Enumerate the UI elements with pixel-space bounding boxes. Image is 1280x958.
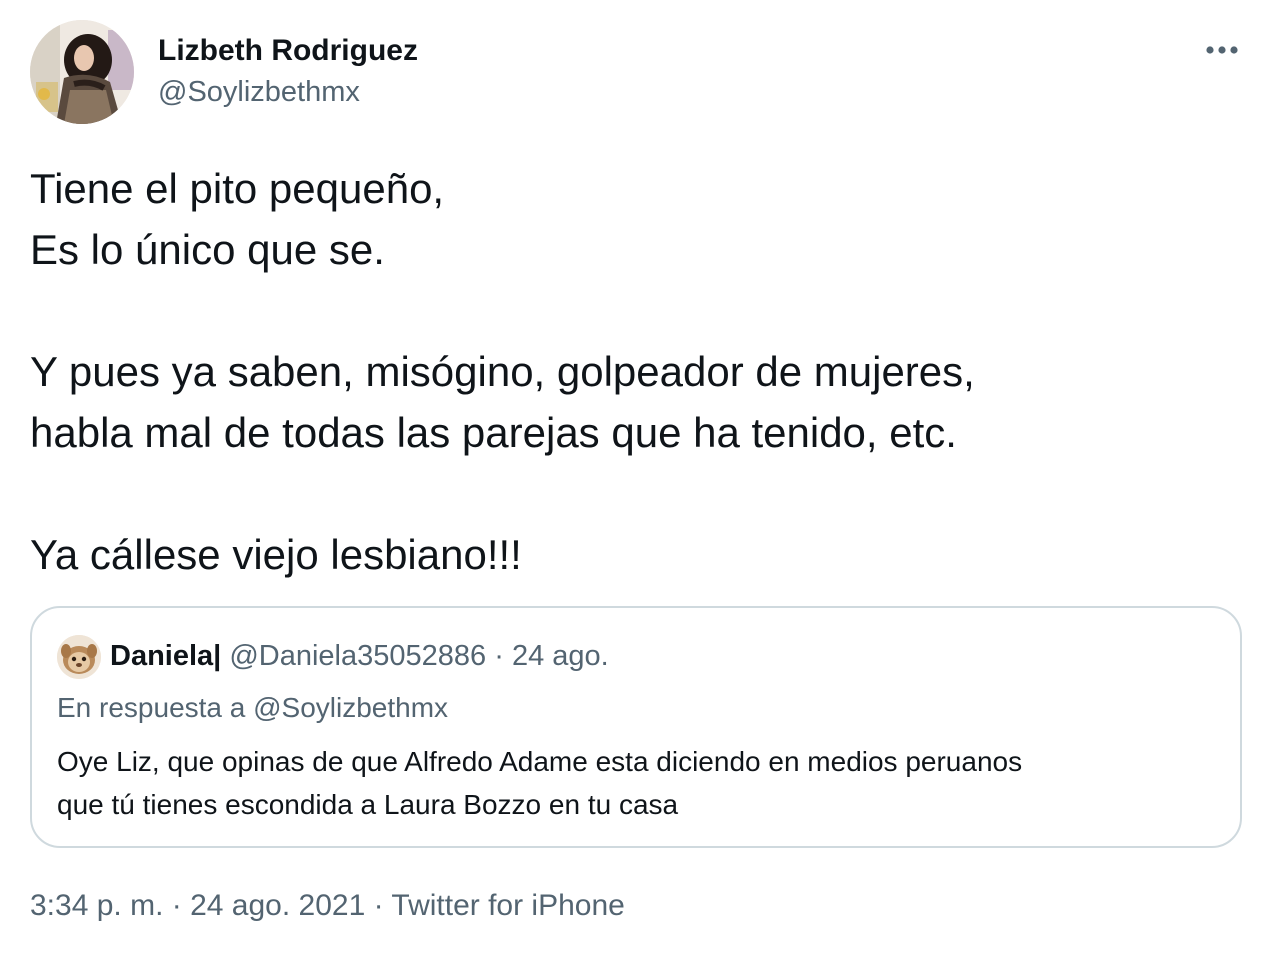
quoted-header: Daniela| @Daniela35052886 · 24 ago. bbox=[110, 636, 609, 676]
separator: · bbox=[494, 640, 504, 672]
tweet-date[interactable]: 24 ago. 2021 bbox=[190, 889, 365, 922]
quoted-line: que tú tienes escondida a Laura Bozzo en… bbox=[57, 789, 679, 820]
more-horizontal-icon bbox=[1206, 46, 1238, 54]
tweet-line: Tiene el pito pequeño, bbox=[30, 165, 445, 212]
separator: · bbox=[373, 889, 384, 922]
more-button[interactable] bbox=[1200, 28, 1244, 72]
tweet-time[interactable]: 3:34 p. m. bbox=[30, 889, 163, 922]
quoted-line: Oye Liz, que opinas de que Alfredo Adame… bbox=[57, 746, 1023, 777]
quoted-author-name[interactable]: Daniela| bbox=[110, 640, 221, 672]
tweet-source[interactable]: Twitter for iPhone bbox=[391, 889, 624, 922]
tweet-line bbox=[30, 280, 1250, 341]
tweet-line: Ya cállese viejo lesbiano!!! bbox=[30, 531, 522, 578]
quoted-author-avatar[interactable] bbox=[57, 635, 101, 679]
author-handle[interactable]: @Soylizbethmx bbox=[158, 76, 360, 109]
tweet-line: Y pues ya saben, misógino, golpeador de … bbox=[30, 348, 975, 395]
quoted-date[interactable]: 24 ago. bbox=[512, 640, 609, 672]
quoted-text: Oye Liz, que opinas de que Alfredo Adame… bbox=[57, 740, 1207, 826]
author-avatar[interactable] bbox=[30, 20, 134, 124]
tweet-line bbox=[30, 463, 1250, 524]
tweet-header: Lizbeth Rodriguez @Soylizbethmx bbox=[30, 20, 1250, 126]
quoted-author-handle[interactable]: @Daniela35052886 bbox=[229, 640, 486, 672]
tweet-meta: 3:34 p. m. · 24 ago. 2021 · Twitter for … bbox=[30, 884, 625, 928]
quoted-tweet[interactable]: Daniela| @Daniela35052886 · 24 ago. En r… bbox=[30, 606, 1242, 848]
tweet-text: Tiene el pito pequeño, Es lo único que s… bbox=[30, 158, 1250, 585]
quoted-reply-to: En respuesta a @Soylizbethmx bbox=[57, 692, 449, 723]
author-name[interactable]: Lizbeth Rodriguez bbox=[158, 34, 418, 68]
tweet-line: habla mal de todas las parejas que ha te… bbox=[30, 409, 957, 456]
separator: · bbox=[171, 889, 182, 922]
tweet-line: Es lo único que se. bbox=[30, 226, 385, 273]
